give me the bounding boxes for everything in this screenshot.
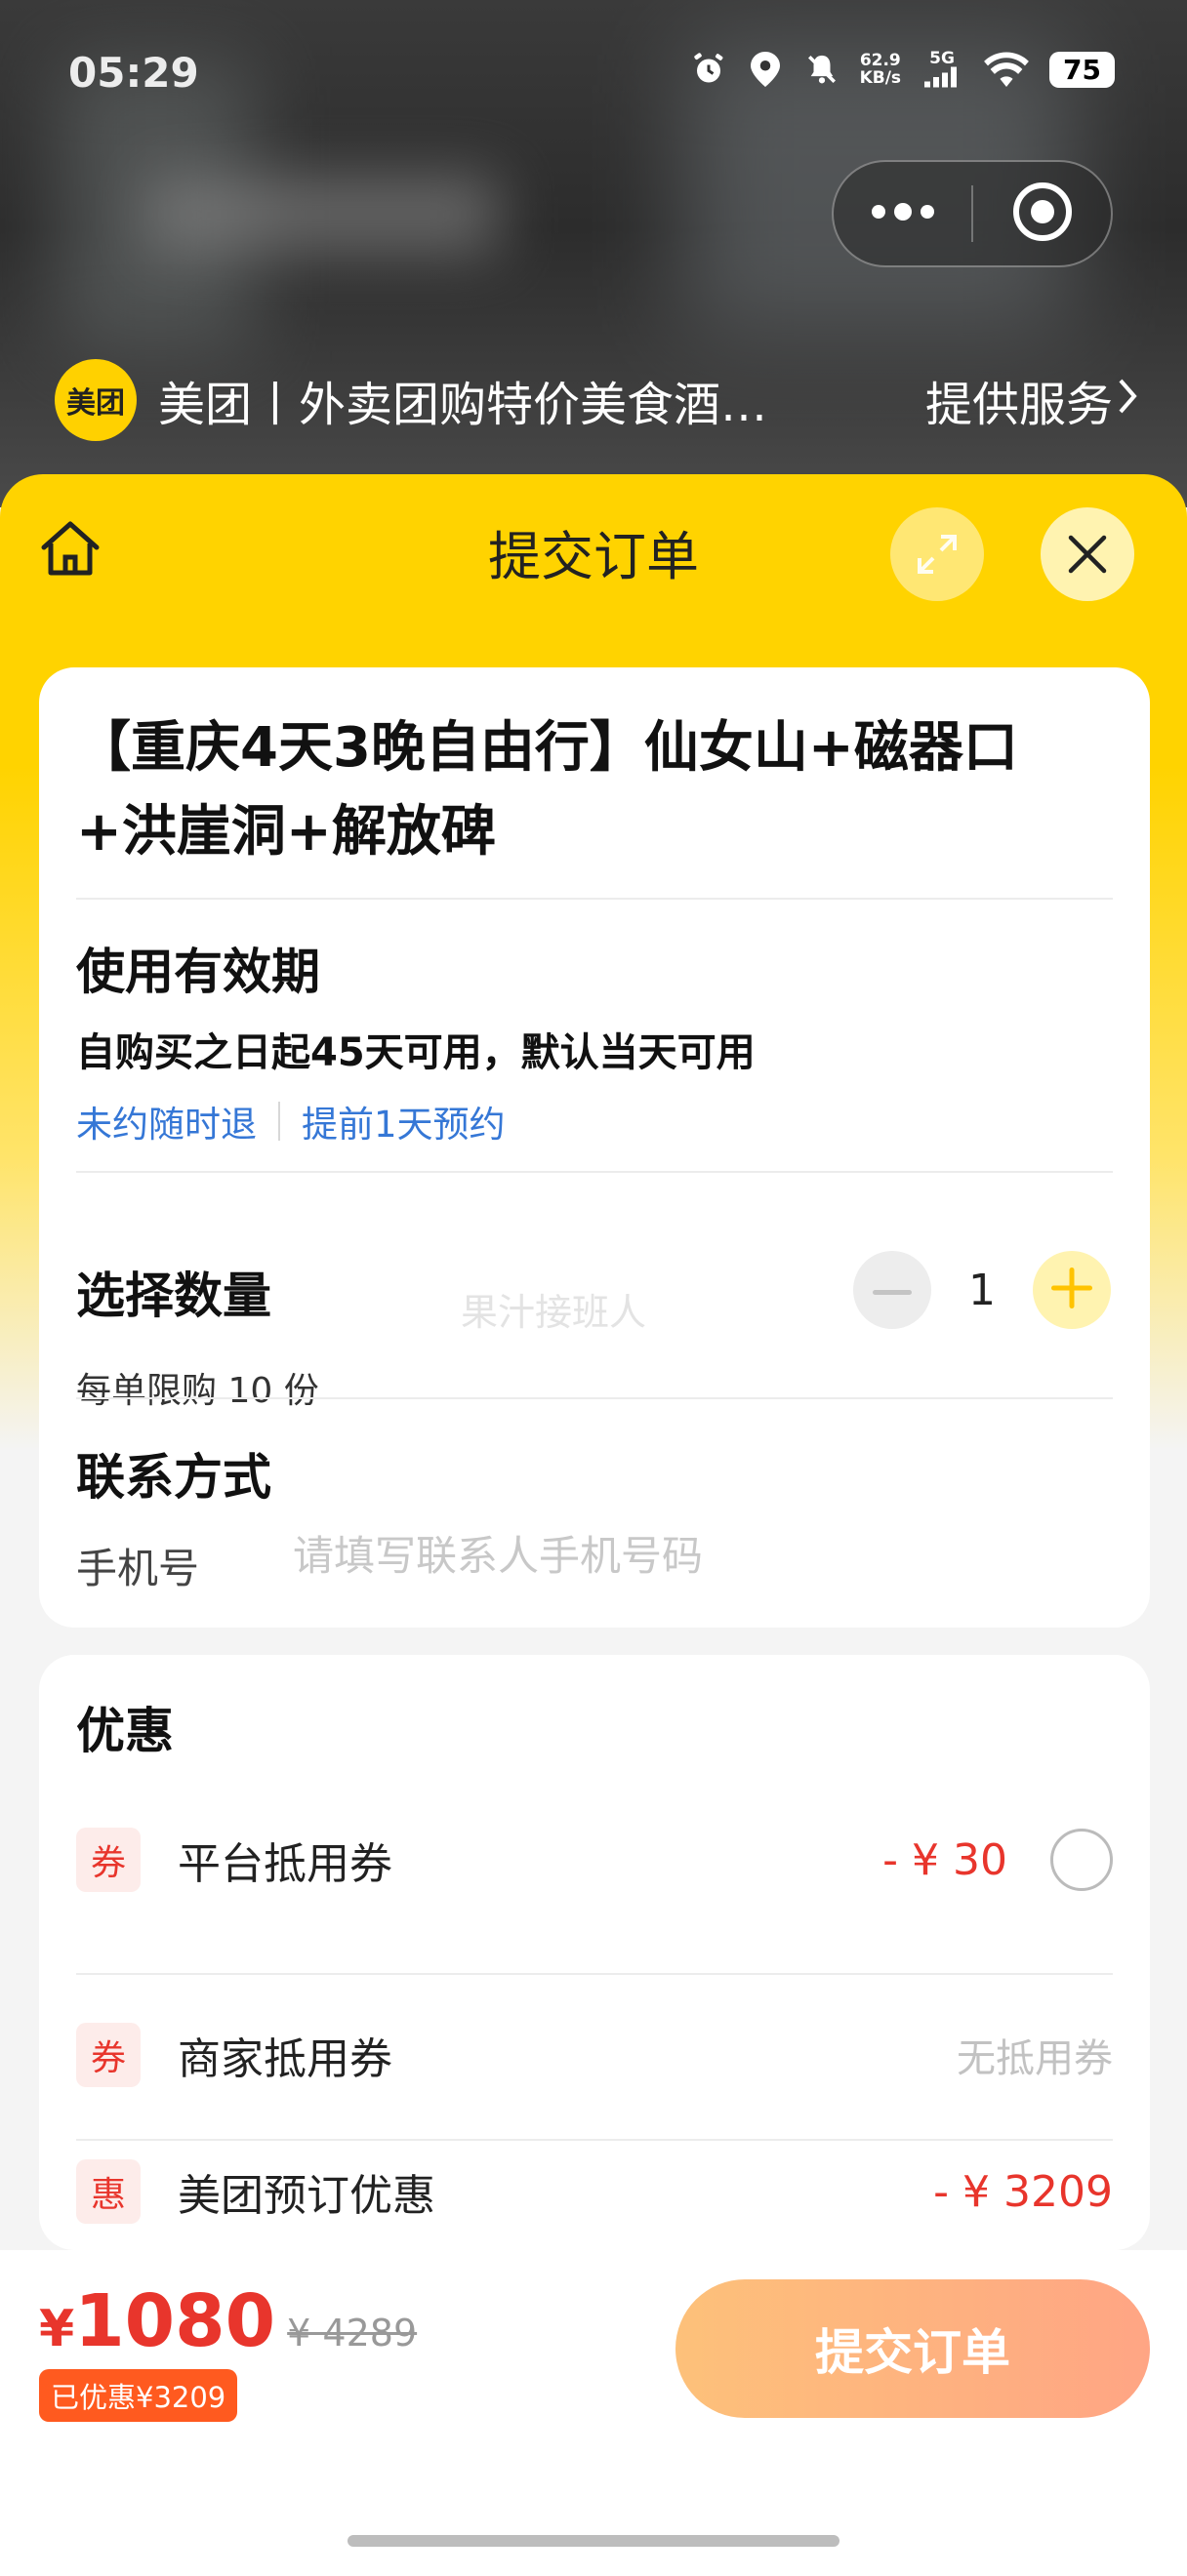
decrease-button[interactable]	[853, 1251, 931, 1329]
chevron-right-icon	[1117, 373, 1138, 427]
minus-icon	[873, 1281, 912, 1300]
alarm-icon	[690, 51, 727, 88]
mini-program-title: 美团丨外卖团购特价美食酒…	[158, 378, 768, 432]
original-price: ¥ 4289	[287, 2312, 418, 2355]
coupon-radio[interactable]	[1050, 1829, 1113, 1891]
validity-text: 自购买之日起45天可用，默认当天可用	[76, 1030, 756, 1075]
wifi-icon	[983, 51, 1030, 88]
coupon-badge: 券	[76, 2023, 141, 2087]
sheet-header: 提交订单	[0, 474, 1187, 621]
signal-icon: 5G	[921, 51, 963, 88]
product-title: 【重庆4天3晚自由行】仙女山+磁器口+洪崖洞+解放碑	[76, 716, 1018, 864]
service-link[interactable]: 提供服务	[925, 366, 1138, 434]
final-price: 1080	[74, 2279, 276, 2363]
discount-name: 美团预订优惠	[178, 2171, 435, 2221]
purchase-limit: 每单限购 10 份	[76, 1371, 319, 1411]
more-button[interactable]	[834, 162, 971, 265]
refund-tag[interactable]: 未约随时退	[76, 1095, 257, 1147]
order-details-card: 【重庆4天3晚自由行】仙女山+磁器口+洪崖洞+解放碑 使用有效期 自购买之日起4…	[39, 667, 1150, 1628]
coupon-name: 平台抵用券	[178, 1839, 392, 1889]
bell-mute-icon	[803, 51, 840, 88]
mini-program-header: 美团 美团丨外卖团购特价美食酒… 提供服务	[55, 359, 1138, 441]
increase-button[interactable]	[1033, 1251, 1111, 1329]
discount-card: 优惠 券 平台抵用券 - ¥ 30 券 商家抵用券 无抵用券 惠 美团预订优惠 …	[39, 1655, 1150, 2250]
expand-icon[interactable]	[890, 507, 984, 601]
currency-symbol: ¥	[39, 2300, 75, 2358]
price-summary: ¥ 1080 ¥ 4289	[39, 2279, 417, 2363]
page-title: 提交订单	[488, 526, 699, 587]
exit-button[interactable]	[973, 162, 1111, 265]
capsule-menu	[832, 160, 1113, 267]
validity-label: 使用有效期	[76, 944, 320, 1000]
net-speed: 62.9 KB/s	[859, 51, 902, 88]
phone-label: 手机号	[76, 1545, 200, 1592]
divider	[76, 1973, 1113, 1975]
coupon-amount: - ¥ 30	[882, 1834, 1007, 1885]
quantity-stepper: 1	[853, 1251, 1111, 1329]
coupon-badge: 券	[76, 1828, 141, 1892]
more-dots-icon	[869, 202, 937, 225]
discount-amount: - ¥ 3209	[933, 2166, 1113, 2217]
quantity-value: 1	[968, 1265, 996, 1315]
target-icon	[1011, 181, 1074, 247]
status-time: 05:29	[68, 49, 199, 97]
booking-discount-row: 惠 美团预订优惠 - ¥ 3209	[76, 2133, 1113, 2250]
location-icon	[747, 51, 784, 88]
phone-input[interactable]	[293, 1524, 1074, 1587]
divider	[76, 1171, 1113, 1173]
plus-icon	[1051, 1268, 1092, 1312]
status-icons: 62.9 KB/s 5G 75	[690, 51, 1115, 88]
divider	[76, 1397, 1113, 1399]
saved-badge: 已优惠¥3209	[39, 2369, 238, 2422]
platform-coupon-row[interactable]: 券 平台抵用券 - ¥ 30	[76, 1801, 1113, 1918]
quantity-label: 选择数量	[76, 1268, 271, 1324]
tag-divider	[278, 1102, 280, 1141]
submit-order-button[interactable]: 提交订单	[675, 2279, 1150, 2418]
discount-badge: 惠	[76, 2159, 141, 2224]
policy-tags: 未约随时退 提前1天预约	[76, 1095, 506, 1147]
meituan-logo: 美团	[55, 359, 137, 441]
checkout-bar: ¥ 1080 ¥ 4289 已优惠¥3209 提交订单	[0, 2250, 1187, 2576]
discount-title: 优惠	[76, 1703, 174, 1759]
booking-tag[interactable]: 提前1天预约	[302, 1095, 506, 1147]
watermark-text: 果汁接班人	[461, 1291, 647, 1334]
divider	[76, 898, 1113, 900]
coupon-name: 商家抵用券	[178, 2034, 392, 2084]
battery-indicator: 75	[1049, 51, 1115, 88]
close-icon[interactable]	[1041, 507, 1134, 601]
home-indicator[interactable]	[348, 2535, 839, 2547]
status-bar: 05:29 62.9 KB/s 5G 75	[0, 43, 1187, 111]
merchant-coupon-row[interactable]: 券 商家抵用券 无抵用券	[76, 1996, 1113, 2113]
coupon-status: 无抵用券	[957, 2036, 1113, 2081]
contact-label: 联系方式	[76, 1449, 271, 1506]
